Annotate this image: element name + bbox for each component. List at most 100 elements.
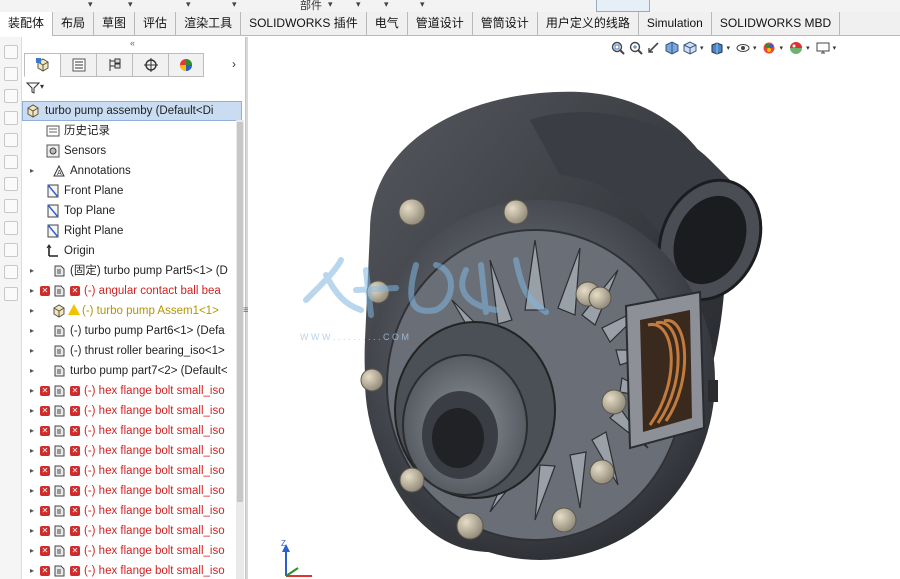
expand-arrow-icon[interactable]: ▸ [30, 541, 38, 561]
tab-property-manager[interactable] [60, 53, 96, 77]
view-orientation-icon[interactable] [682, 40, 698, 56]
expand-arrow-icon[interactable]: ▸ [30, 261, 38, 281]
zoom-to-fit-icon[interactable] [610, 40, 626, 56]
expand-arrow-icon[interactable]: ▸ [30, 341, 38, 361]
tree-item[interactable]: ▸ ✕ ✕ (-) hex flange bolt small_iso [22, 401, 242, 421]
tree-item[interactable]: ▸ A Annotations [22, 161, 242, 181]
tree-item[interactable]: ▸ ✕ ✕ (-) hex flange bolt small_iso [22, 521, 242, 541]
tab-3[interactable]: 评估 [135, 12, 177, 36]
tree-item[interactable]: Top Plane [22, 201, 242, 221]
tab-11[interactable]: SOLIDWORKS MBD [712, 12, 841, 36]
expand-arrow-icon[interactable]: ▸ [30, 281, 38, 301]
tab-display-manager[interactable] [168, 53, 204, 77]
toolbar-button-icon[interactable] [4, 155, 18, 169]
toolbar-button-icon[interactable] [4, 67, 18, 81]
expand-arrow-icon[interactable]: ▸ [30, 461, 38, 481]
tree-item[interactable]: ▸ ✕ ✕ (-) hex flange bolt small_iso [22, 461, 242, 481]
hide-show-icon[interactable] [735, 40, 751, 56]
expand-arrow-icon[interactable]: ▸ [30, 381, 38, 401]
chevron-down-icon[interactable]: ▾ [727, 44, 731, 52]
filter-icon[interactable] [26, 81, 40, 95]
chevron-down-icon[interactable]: ▾ [833, 44, 837, 52]
expand-arrow-icon[interactable]: ▸ [30, 481, 38, 501]
expand-arrow-icon[interactable]: ▸ [30, 501, 38, 521]
expand-arrow-icon[interactable]: ▸ [30, 321, 38, 341]
toolbar-button-icon[interactable] [4, 89, 18, 103]
tab-4[interactable]: 渲染工具 [176, 12, 242, 36]
tab-9[interactable]: 用户定义的线路 [538, 12, 639, 36]
previous-view-icon[interactable] [646, 40, 662, 56]
expand-arrow-icon[interactable]: ▸ [30, 441, 38, 461]
ribbon-active-command[interactable] [596, 0, 650, 12]
chevron-down-icon[interactable]: ▾ [232, 0, 237, 9]
tree-item[interactable]: ▸ ✕ ✕ (-) hex flange bolt small_iso [22, 381, 242, 401]
tree-item[interactable]: Sensors [22, 141, 242, 161]
expand-arrow-icon[interactable]: ▸ [30, 161, 38, 181]
tab-2[interactable]: 草图 [94, 12, 136, 36]
expand-arrow-icon[interactable]: ▸ [30, 301, 38, 321]
section-view-icon[interactable] [664, 40, 680, 56]
tree-item[interactable]: ▸ ✕ ✕ (-) hex flange bolt small_iso [22, 501, 242, 521]
tree-item[interactable]: ▸ (-) thrust roller bearing_iso<1> [22, 341, 242, 361]
toolbar-button-icon[interactable] [4, 111, 18, 125]
expand-arrow-icon[interactable]: ▸ [30, 421, 38, 441]
tab-8[interactable]: 管筒设计 [473, 12, 538, 36]
tree-item[interactable]: Right Plane [22, 221, 242, 241]
tab-0[interactable]: 装配体 [0, 12, 54, 36]
chevron-down-icon[interactable]: ▾ [806, 44, 810, 52]
scene-icon[interactable] [788, 40, 804, 56]
tree-item[interactable]: ▸ ✕ ✕ (-) hex flange bolt small_iso [22, 561, 242, 579]
tree-root-assembly[interactable]: turbo pump assemby (Default<Di [22, 101, 242, 121]
tab-7[interactable]: 管道设计 [408, 12, 473, 36]
toolbar-button-icon[interactable] [4, 287, 18, 301]
toolbar-button-icon[interactable] [4, 221, 18, 235]
tabs-scroll-right-icon[interactable]: › [232, 57, 236, 71]
tree-item[interactable]: ▸ ✕ ✕ (-) hex flange bolt small_iso [22, 441, 242, 461]
tree-item[interactable]: ▸ (固定) turbo pump Part5<1> (D [22, 261, 242, 281]
tree-item[interactable]: Front Plane [22, 181, 242, 201]
chevron-down-icon[interactable]: ▾ [186, 0, 191, 9]
appearance-icon[interactable] [762, 40, 778, 56]
tree-item[interactable]: ▸ (-) turbo pump Part6<1> (Defa [22, 321, 242, 341]
expand-arrow-icon[interactable]: ▸ [30, 401, 38, 421]
tree-item[interactable]: ▸ turbo pump part7<2> (Default< [22, 361, 242, 381]
chevron-down-icon[interactable]: ▾ [753, 44, 757, 52]
chevron-down-icon[interactable]: ▾ [700, 44, 704, 52]
tab-1[interactable]: 布局 [53, 12, 95, 36]
display-style-icon[interactable] [709, 40, 725, 56]
chevron-down-icon[interactable]: ▾ [88, 0, 93, 9]
chevron-down-icon[interactable]: ▾ [420, 0, 425, 9]
chevron-down-icon[interactable]: ▾ [128, 0, 133, 9]
chevron-down-icon[interactable]: ▾ [356, 0, 361, 9]
toolbar-button-icon[interactable] [4, 133, 18, 147]
expand-arrow-icon[interactable]: ▸ [30, 521, 38, 541]
tree-item[interactable]: ▸ ✕ ✕ (-) hex flange bolt small_iso [22, 481, 242, 501]
expand-arrow-icon[interactable]: ▸ [30, 561, 38, 579]
feature-filter[interactable]: ▾ [24, 79, 242, 97]
toolbar-button-icon[interactable] [4, 177, 18, 191]
collapse-icon[interactable]: « [130, 38, 135, 48]
tab-10[interactable]: Simulation [639, 12, 712, 36]
tab-5[interactable]: SOLIDWORKS 插件 [241, 12, 367, 36]
view-settings-icon[interactable] [815, 40, 831, 56]
tree-scrollbar[interactable] [236, 120, 244, 579]
tab-configuration-manager[interactable] [96, 53, 132, 77]
zoom-area-icon[interactable] [628, 40, 644, 56]
tab-6[interactable]: 电气 [367, 12, 408, 36]
expand-arrow-icon[interactable]: ▸ [30, 361, 38, 381]
chevron-down-icon[interactable]: ▾ [328, 0, 333, 9]
toolbar-button-icon[interactable] [4, 45, 18, 59]
tree-item[interactable]: ▸ ✕ ✕ (-) hex flange bolt small_iso [22, 421, 242, 441]
tree-item[interactable]: 历史记录 [22, 121, 242, 141]
chevron-down-icon[interactable]: ▾ [780, 44, 784, 52]
tab-feature-manager[interactable] [24, 53, 60, 77]
chevron-down-icon[interactable]: ▾ [40, 82, 44, 91]
tab-dimxpert-manager[interactable] [132, 53, 168, 77]
toolbar-button-icon[interactable] [4, 199, 18, 213]
tree-item[interactable]: Origin [22, 241, 242, 261]
toolbar-button-icon[interactable] [4, 265, 18, 279]
chevron-down-icon[interactable]: ▾ [384, 0, 389, 9]
tree-item[interactable]: ▸ (-) turbo pump Assem1<1> [22, 301, 242, 321]
tree-item[interactable]: ▸ ✕ ✕ (-) hex flange bolt small_iso [22, 541, 242, 561]
toolbar-button-icon[interactable] [4, 243, 18, 257]
